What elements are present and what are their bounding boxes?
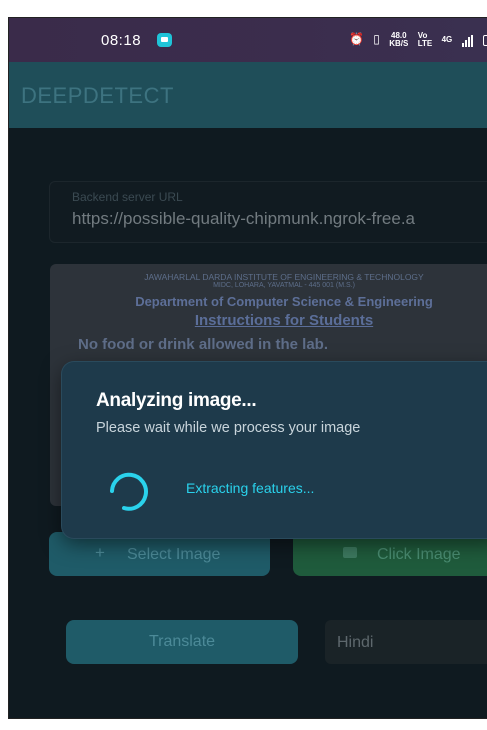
translate-button[interactable]: Translate — [66, 620, 298, 664]
photo-text-department: Department of Computer Science & Enginee… — [135, 293, 433, 309]
status-time: 08:18 — [101, 32, 142, 49]
dialog-subtitle: Please wait while we process your image — [96, 420, 361, 436]
network-speed-unit: KB/S — [389, 39, 409, 48]
network-speed: 48.0 KB/S — [389, 32, 408, 48]
status-bar: 08:18 ⏰ ▯ 48.0 KB/S Vo LTE 4G — [9, 18, 487, 62]
select-image-label: Select Image — [127, 546, 221, 563]
network-type: 4G — [441, 35, 453, 44]
vibrate-icon: ▯ — [373, 32, 380, 47]
dialog-status: Extracting features... — [186, 480, 315, 496]
alarm-icon: ⏰ — [349, 32, 364, 47]
image-button-row: + Select Image Click Image — [49, 532, 487, 580]
app-title: DEEPDETECT — [21, 83, 174, 108]
photo-text-rule: No food or drink allowed in the lab. — [78, 336, 329, 354]
photo-text-institute: JAWAHARLAL DARDA INSTITUTE OF ENGINEERIN… — [144, 272, 424, 282]
click-image-button[interactable]: Click Image — [293, 532, 487, 576]
backend-url-input[interactable]: https://possible-quality-chipmunk.ngrok-… — [72, 209, 415, 229]
status-icons: ⏰ ▯ 48.0 KB/S Vo LTE 4G — [349, 32, 487, 48]
camera-icon — [343, 547, 357, 558]
analyzing-dialog: Analyzing image... Please wait while we … — [62, 362, 487, 538]
loading-spinner-icon — [110, 472, 148, 511]
gallery-notification-icon — [157, 33, 172, 47]
backend-url-label: Backend server URL — [72, 190, 183, 204]
phone-screen: 08:18 ⏰ ▯ 48.0 KB/S Vo LTE 4G DEEPDETECT… — [8, 17, 487, 719]
language-select-value: Hindi — [337, 634, 374, 651]
backend-url-field[interactable]: Backend server URL https://possible-qual… — [49, 181, 487, 243]
volte-icon: Vo LTE — [418, 32, 433, 48]
photo-text-heading: Instructions for Students — [194, 312, 374, 330]
app-bar: DEEPDETECT — [9, 62, 487, 128]
volte-bottom: LTE — [417, 39, 433, 48]
language-select[interactable]: Hindi — [325, 620, 487, 664]
plus-icon: + — [95, 543, 105, 562]
signal-icon — [461, 33, 474, 47]
dialog-title: Analyzing image... — [96, 390, 257, 411]
battery-icon — [482, 34, 487, 46]
select-image-button[interactable]: + Select Image — [49, 532, 270, 576]
preview-photo: JAWAHARLAL DARDA INSTITUTE OF ENGINEERIN… — [58, 272, 487, 353]
photo-text-address: MIDC, LOHARA, YAVATMAL - 445 001 (M.S.) — [213, 282, 355, 290]
click-image-label: Click Image — [377, 546, 461, 563]
